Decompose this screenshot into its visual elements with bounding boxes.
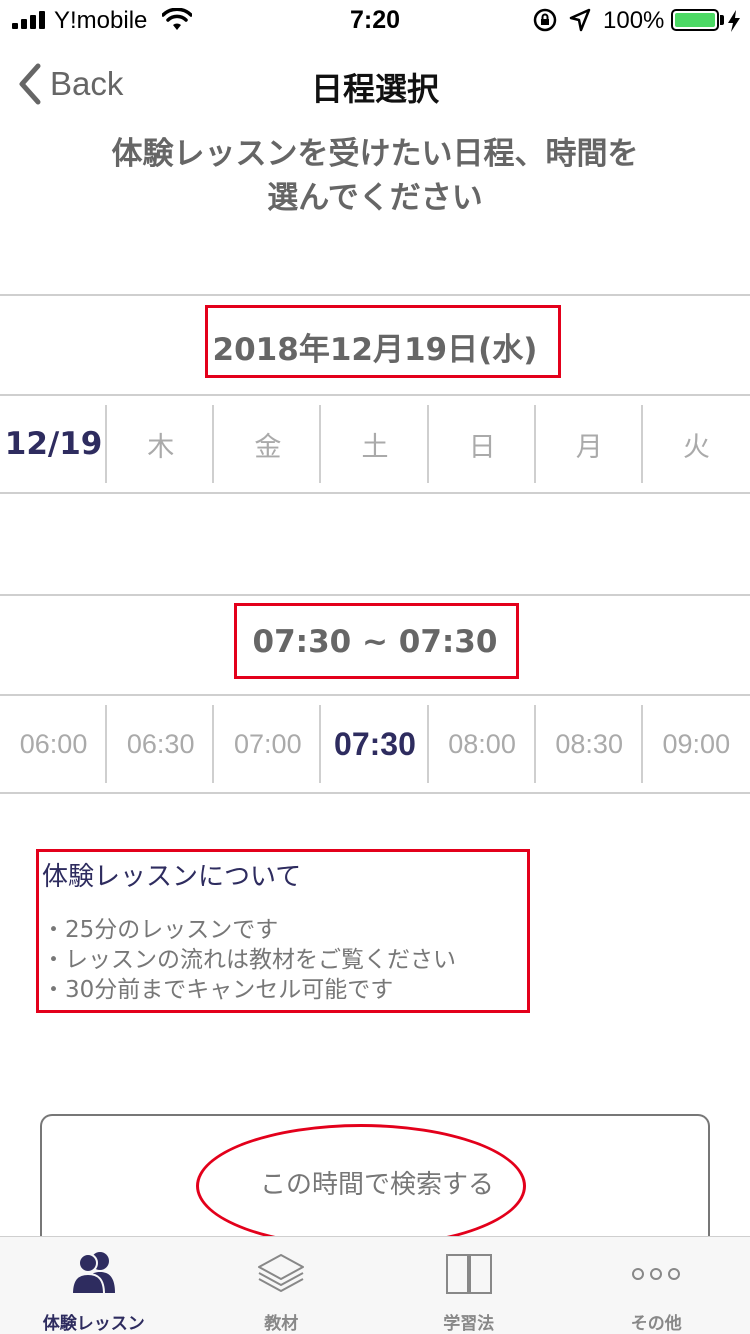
book-icon — [445, 1254, 492, 1294]
tab-trial-lesson[interactable]: 体験レッスン — [0, 1237, 188, 1334]
divider — [0, 792, 750, 794]
time-slot[interactable]: 06:30 — [107, 696, 215, 792]
tab-materials[interactable]: 教材 — [188, 1237, 376, 1334]
divider — [0, 492, 750, 494]
day-tab[interactable]: 土 — [321, 396, 429, 492]
time-slot[interactable]: 06:00 — [0, 696, 108, 792]
annotation-search-ellipse — [196, 1124, 526, 1248]
time-slot[interactable]: 09:00 — [643, 696, 750, 792]
time-slot[interactable]: 07:30 — [321, 696, 429, 792]
tab-bar: 体験レッスン 教材 学習法 その他 — [0, 1236, 750, 1334]
annotation-info-box — [36, 849, 530, 1013]
users-icon — [70, 1252, 115, 1295]
layers-icon — [258, 1254, 305, 1292]
annotation-time-box — [234, 603, 519, 679]
battery-percent: 100% — [603, 7, 665, 34]
tab-label: その他 — [630, 1314, 682, 1334]
location-icon — [569, 8, 591, 32]
time-slot[interactable]: 08:30 — [536, 696, 643, 792]
divider — [0, 594, 750, 596]
instruction-text: 体験レッスンを受けたい日程、時間を 選んでください — [60, 132, 690, 220]
day-tab[interactable]: 木 — [107, 396, 215, 492]
annotation-date-box — [205, 305, 561, 378]
tab-other[interactable]: その他 — [563, 1237, 750, 1334]
time-slot[interactable]: 07:00 — [214, 696, 322, 792]
tab-label: 体験レッスン — [42, 1314, 145, 1334]
instruction-line-2: 選んでください — [267, 180, 483, 216]
instruction-line-1: 体験レッスンを受けたい日程、時間を — [111, 136, 639, 172]
day-tab[interactable]: 月 — [536, 396, 643, 492]
status-bar: Y!mobile 7:20 100% — [0, 0, 750, 40]
day-tab[interactable]: 金 — [214, 396, 322, 492]
day-tab[interactable]: 日 — [429, 396, 536, 492]
tab-label: 学習法 — [443, 1314, 495, 1334]
tab-study-method[interactable]: 学習法 — [375, 1237, 563, 1334]
tab-label: 教材 — [264, 1314, 299, 1334]
day-tab[interactable]: 12/19 — [0, 396, 108, 492]
day-selector: 12/19 木 金 土 日 月 火 — [0, 396, 750, 492]
charging-icon — [728, 10, 740, 32]
page-title: 日程選択 — [310, 70, 439, 108]
day-tab[interactable]: 火 — [643, 396, 750, 492]
time-selector: 06:00 06:30 07:00 07:30 08:00 08:30 09:0… — [0, 696, 750, 792]
time-slot[interactable]: 08:00 — [429, 696, 536, 792]
more-icon — [632, 1268, 681, 1280]
divider — [0, 294, 750, 296]
battery-icon — [671, 9, 719, 31]
rotation-lock-icon — [533, 8, 557, 32]
